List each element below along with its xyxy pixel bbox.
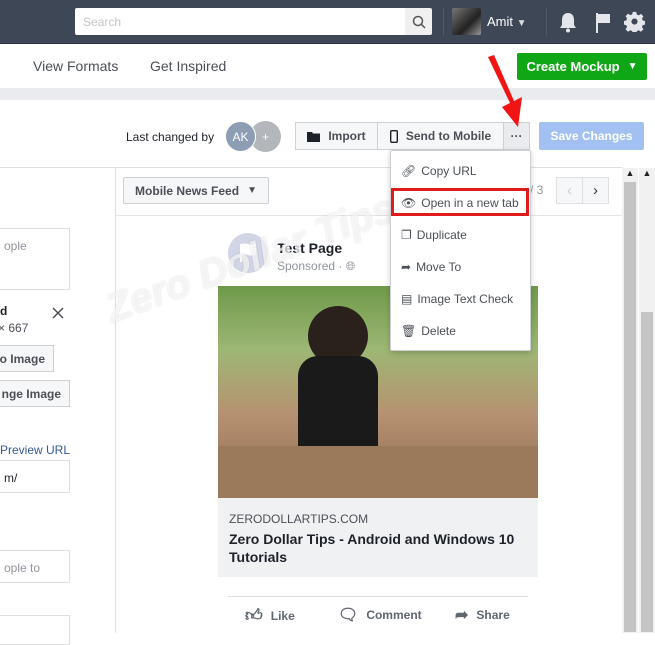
- url-value: m/: [4, 471, 18, 485]
- save-changes-button[interactable]: Save Changes: [539, 122, 644, 150]
- ellipsis-icon: ···: [510, 129, 523, 143]
- menu-item-copy-url[interactable]: 🔗︎ Copy URL: [401, 160, 477, 182]
- send-to-mobile-label: Send to Mobile: [405, 129, 492, 143]
- user-name: Amit: [487, 14, 513, 29]
- link-headline: Zero Dollar Tips - Android and Windows 1…: [229, 531, 515, 565]
- menu-item-duplicate[interactable]: ❐ Duplicate: [401, 224, 467, 246]
- scrollbar[interactable]: ▲: [622, 168, 638, 633]
- text-field[interactable]: ople: [0, 228, 70, 290]
- red-arrow-annotation: [488, 55, 522, 127]
- nav-view-formats[interactable]: View Formats: [33, 58, 118, 74]
- menu-label: Move To: [416, 260, 462, 274]
- create-mockup-button[interactable]: Create Mockup ▼: [517, 53, 647, 80]
- divider: [228, 596, 528, 597]
- caret-down-icon: ▼: [247, 185, 257, 196]
- divider-band: [0, 88, 655, 100]
- menu-label: Copy URL: [421, 164, 477, 178]
- comment-icon: 🗨︎: [338, 607, 359, 624]
- avatar-initials: AK: [232, 129, 249, 144]
- field-text: ople: [4, 239, 27, 253]
- flag-icon[interactable]: [594, 12, 612, 34]
- chevron-right-icon: ›: [593, 182, 598, 199]
- change-image-button[interactable]: nge Image: [0, 380, 70, 407]
- comment-label: Comment: [366, 608, 422, 622]
- image-name: d: [0, 304, 8, 318]
- save-changes-label: Save Changes: [550, 129, 633, 143]
- gear-icon[interactable]: [624, 11, 645, 32]
- scrollbar-thumb[interactable]: [624, 182, 636, 632]
- link-domain: ZERODOLLARTIPS.COM: [229, 512, 369, 526]
- comment-button[interactable]: 🗨︎ Comment: [338, 605, 422, 625]
- caret-down-icon: ▼: [516, 18, 527, 29]
- image-button[interactable]: o Image: [0, 345, 54, 372]
- search-icon: [412, 15, 426, 29]
- field-text: ople to: [4, 561, 41, 575]
- user-avatar[interactable]: [452, 8, 481, 35]
- image-check-icon: ▤: [401, 292, 413, 306]
- last-changed-label: Last changed by: [126, 130, 215, 144]
- caret-down-icon: ▼: [627, 61, 638, 72]
- like-label: Like: [270, 608, 295, 623]
- menu-item-move-to[interactable]: ➦ Move To: [401, 256, 461, 278]
- share-button[interactable]: ➦ Share: [455, 605, 510, 625]
- text-field[interactable]: [0, 615, 70, 645]
- divider: [115, 168, 116, 633]
- menu-label: Duplicate: [416, 228, 467, 242]
- image-size: × 667: [0, 321, 29, 335]
- placement-label: Mobile News Feed: [135, 183, 240, 198]
- globe-icon: 🌐︎: [345, 259, 356, 273]
- like-button[interactable]: 👍︎ Like: [245, 605, 295, 626]
- menu-label: Delete: [421, 324, 456, 338]
- search-input[interactable]: [75, 8, 405, 35]
- duplicate-icon: ❐: [401, 228, 412, 242]
- link-icon: 🔗︎: [401, 164, 417, 178]
- highlight-box: [391, 188, 529, 216]
- image-button-label: o Image: [0, 351, 45, 366]
- user-menu[interactable]: Amit ▼: [487, 14, 527, 29]
- close-icon[interactable]: [52, 307, 64, 319]
- prev-button[interactable]: ‹: [556, 177, 583, 204]
- scrollbar-thumb[interactable]: [641, 312, 653, 632]
- text-field[interactable]: ople to: [0, 550, 70, 583]
- scrollbar[interactable]: ▲: [639, 168, 655, 633]
- bell-icon[interactable]: [558, 11, 578, 33]
- chevron-up-icon: ▲: [642, 168, 652, 178]
- placement-dropdown[interactable]: Mobile News Feed ▼: [123, 177, 269, 204]
- add-label: +: [261, 129, 269, 144]
- mobile-icon: [389, 129, 398, 143]
- page-count: / 3: [530, 183, 544, 197]
- divider: [443, 8, 444, 36]
- collaborator-avatar: AK: [225, 121, 256, 152]
- import-button[interactable]: Import: [295, 122, 378, 150]
- next-button[interactable]: ›: [582, 177, 609, 204]
- share-arrow-icon: ➦: [401, 260, 412, 274]
- menu-label: Image Text Check: [417, 292, 514, 306]
- change-image-label: nge Image: [1, 386, 61, 401]
- more-options-menu: 🔗︎ Copy URL 👁︎ Open in a new tab ❐ Duplicat…: [390, 150, 531, 351]
- create-mockup-label: Create Mockup: [526, 59, 620, 74]
- search-button[interactable]: [405, 8, 432, 35]
- url-field[interactable]: m/: [0, 460, 70, 493]
- chevron-up-icon: ▲: [625, 168, 635, 178]
- nav-get-inspired[interactable]: Get Inspired: [150, 58, 226, 74]
- thumbs-up-icon: 👍︎: [245, 606, 263, 625]
- chevron-left-icon: ‹: [567, 182, 572, 199]
- menu-item-image-text-check[interactable]: ▤ Image Text Check: [401, 288, 513, 310]
- import-label: Import: [328, 129, 366, 143]
- folder-icon: [307, 131, 321, 142]
- share-icon: ➦: [455, 607, 469, 624]
- preview-url-link[interactable]: Preview URL: [0, 443, 70, 457]
- share-label: Share: [476, 608, 510, 622]
- trash-icon: 🗑︎: [401, 324, 417, 338]
- divider: [546, 8, 547, 36]
- menu-item-delete[interactable]: 🗑︎ Delete: [401, 320, 456, 342]
- link-preview[interactable]: ZERODOLLARTIPS.COM Zero Dollar Tips - An…: [218, 498, 538, 577]
